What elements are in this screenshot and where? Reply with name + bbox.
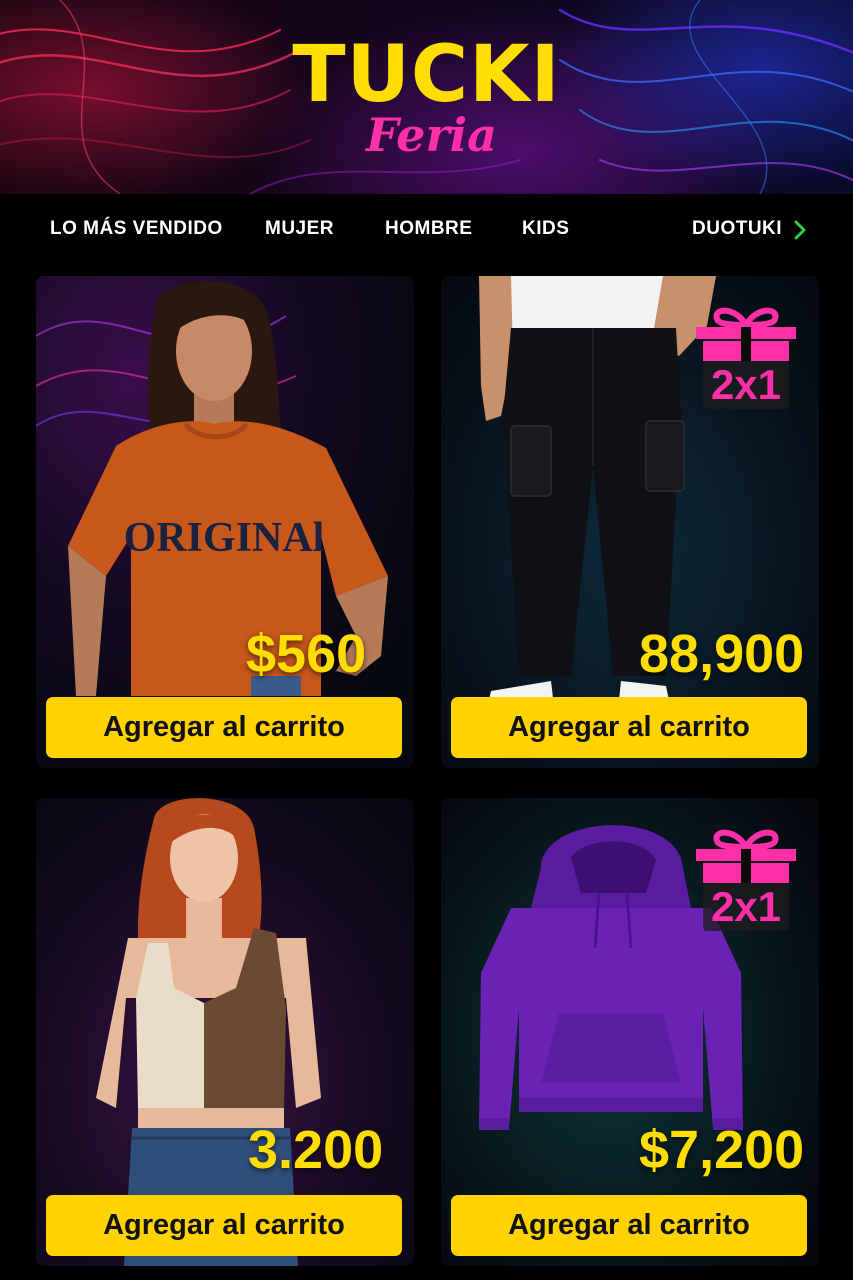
product-card[interactable]: ORIGINAl $560 Agregar al carrito xyxy=(36,276,414,768)
product-price: 3.200 xyxy=(248,1120,384,1180)
shirt-print-text: ORIGINAl xyxy=(124,515,325,561)
nav-item-lo-mas-vendido[interactable]: LO MÁS VENDIDO xyxy=(50,218,223,240)
add-to-cart-button[interactable]: Agregar al carrito xyxy=(46,1195,402,1256)
product-image-orange-tshirt[interactable]: ORIGINAl xyxy=(36,276,414,768)
hero-banner: TUCKI Feria xyxy=(0,0,853,194)
chevron-right-icon[interactable] xyxy=(792,219,808,241)
product-price: $560 xyxy=(246,624,367,684)
nav-item-kids[interactable]: KIDS xyxy=(522,218,569,240)
nav-item-hombre[interactable]: HOMBRE xyxy=(385,218,472,240)
product-price: $7,200 xyxy=(639,1120,805,1180)
gift-icon xyxy=(696,307,796,361)
add-to-cart-button[interactable]: Agregar al carrito xyxy=(451,697,807,758)
promo-text: 2x1 xyxy=(703,361,789,409)
product-card[interactable]: 2x1 $7,200 Agregar al carrito xyxy=(441,798,819,1266)
promo-text: 2x1 xyxy=(703,883,789,931)
brand-tagline: Feria xyxy=(366,108,497,162)
gift-icon xyxy=(696,829,796,883)
category-nav: LO MÁS VENDIDO MUJER HOMBRE KIDS DUOTUKI xyxy=(0,194,853,266)
promo-badge: 2x1 xyxy=(691,303,801,413)
nav-item-duotuki[interactable]: DUOTUKI xyxy=(692,218,782,240)
product-price: 88,900 xyxy=(639,624,805,684)
product-card[interactable]: 3.200 Agregar al carrito xyxy=(36,798,414,1266)
add-to-cart-button[interactable]: Agregar al carrito xyxy=(451,1195,807,1256)
add-to-cart-button[interactable]: Agregar al carrito xyxy=(46,697,402,758)
promo-badge: 2x1 xyxy=(691,825,801,935)
nav-item-mujer[interactable]: MUJER xyxy=(265,218,334,240)
product-card[interactable]: 2x1 88,900 Agregar al carrito xyxy=(441,276,819,768)
